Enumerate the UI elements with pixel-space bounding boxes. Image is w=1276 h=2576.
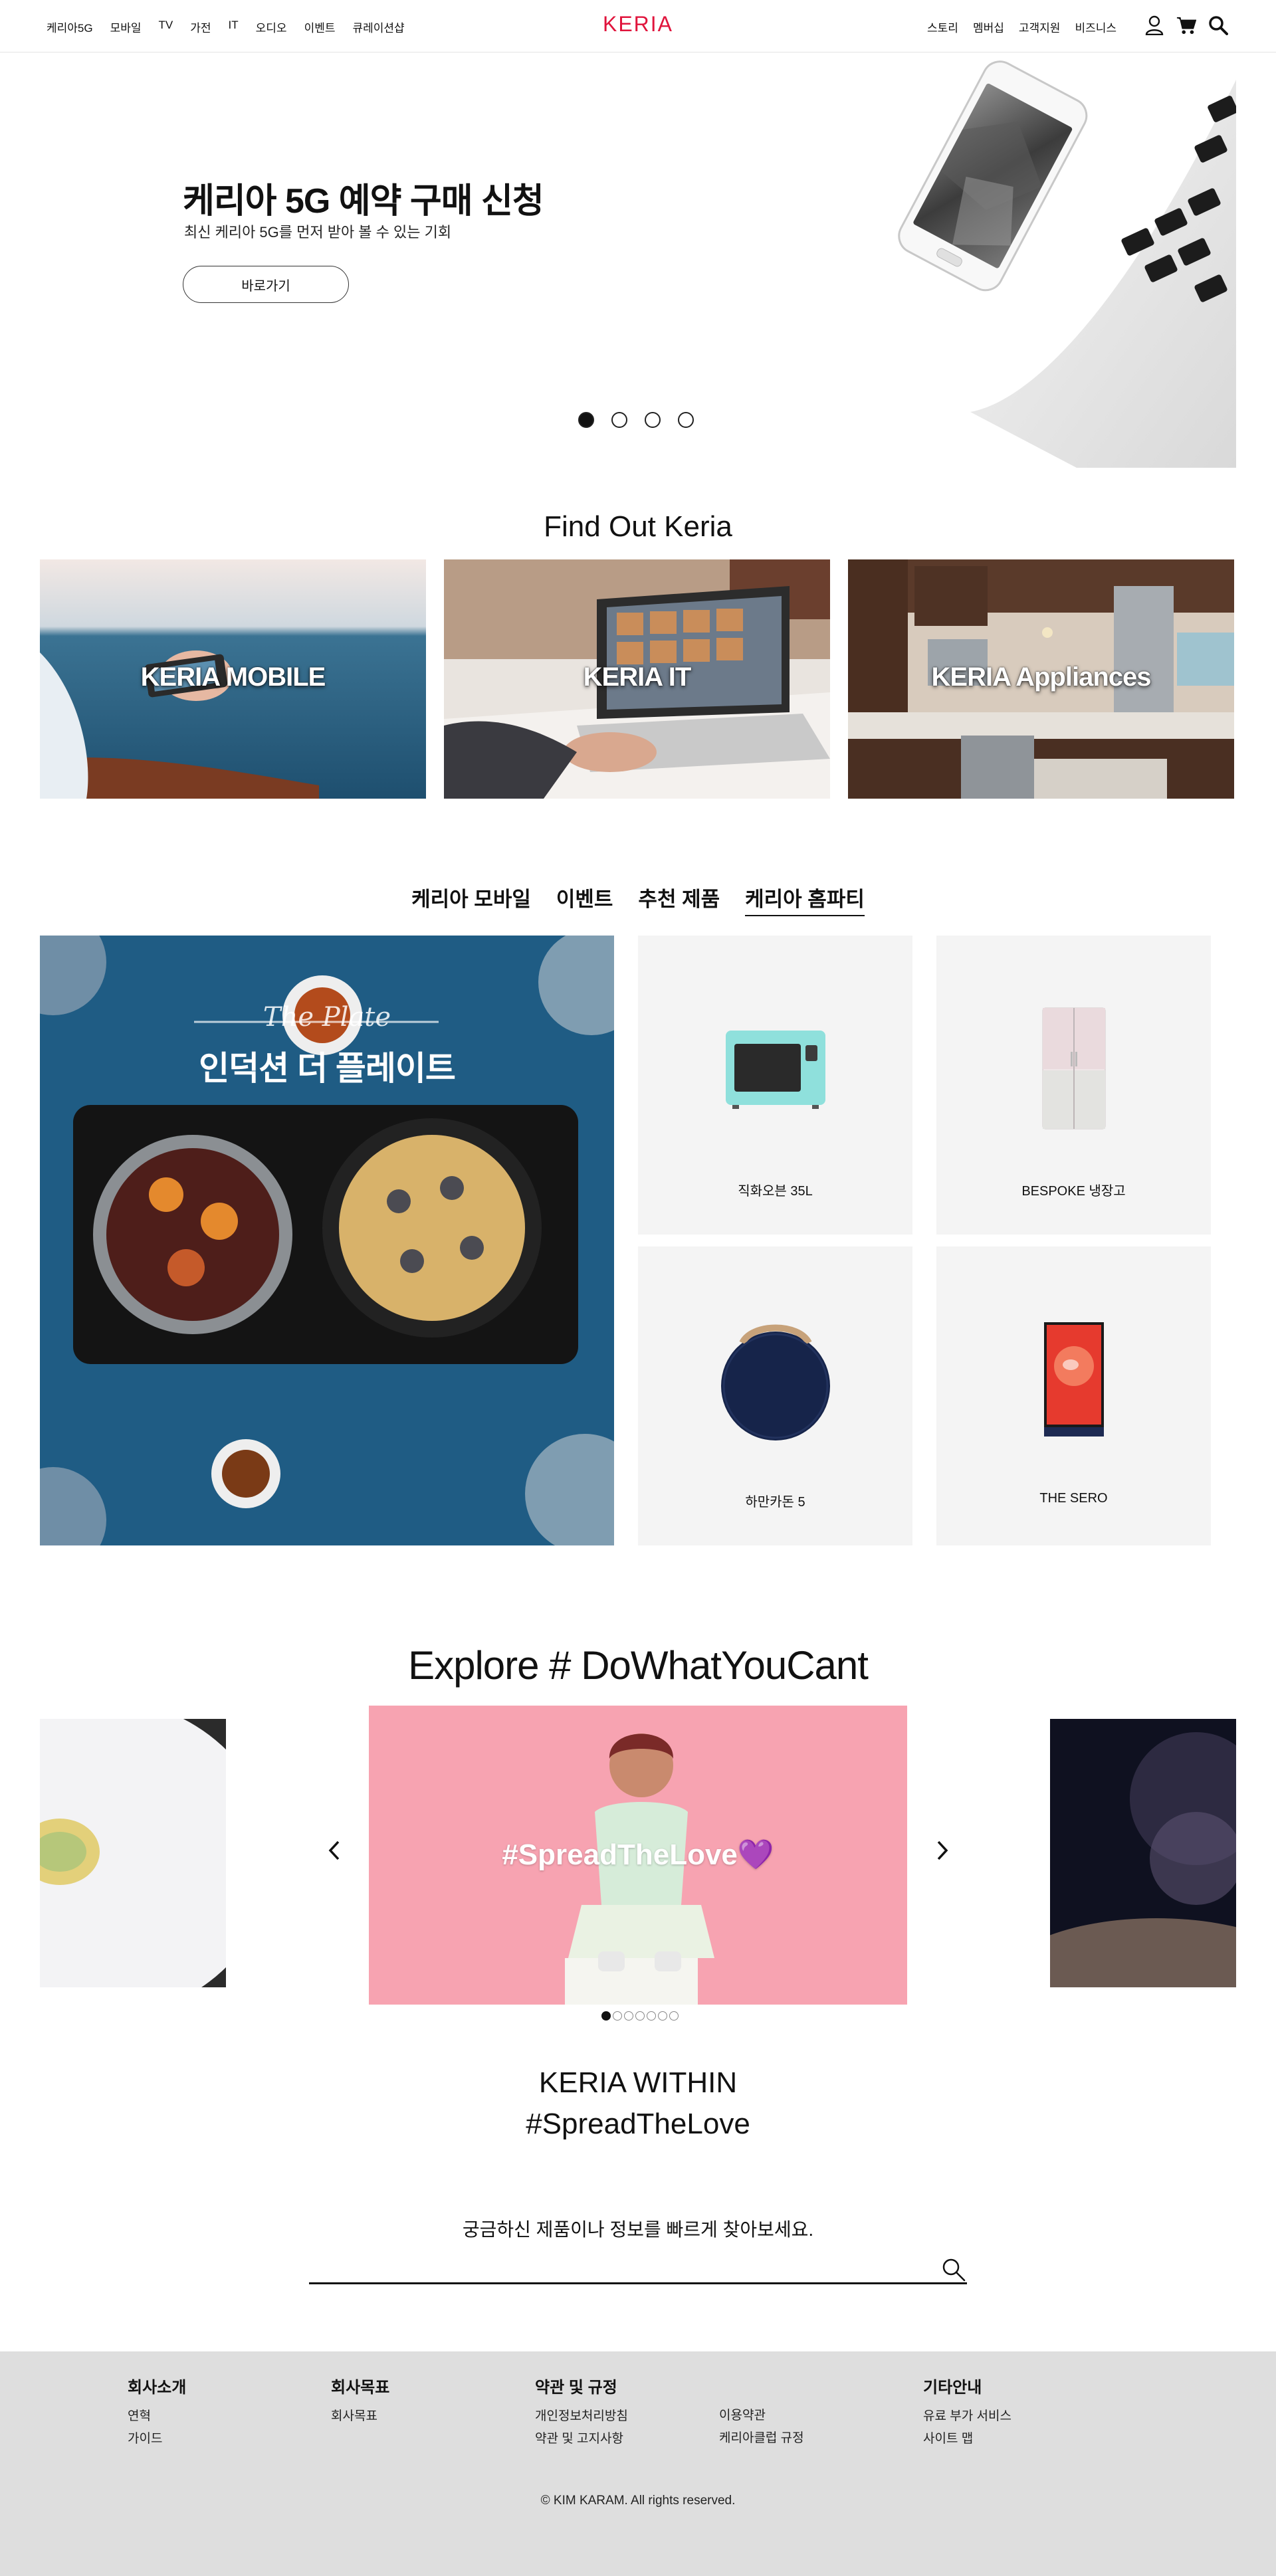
footer-col-title: 기타안내	[923, 2379, 982, 2397]
fridge-icon	[936, 1002, 1211, 1135]
tab-home-party[interactable]: 케리아 홈파티	[745, 882, 865, 916]
explore-title: Explore # DoWhatYouCant	[408, 1643, 869, 1688]
card-keria-it[interactable]: KERIA IT	[444, 559, 830, 799]
carousel-prev-arrow-icon[interactable]	[324, 1839, 344, 1862]
slider-dot-2[interactable]	[611, 412, 627, 428]
product-name: 직화오븐 35L	[738, 1184, 813, 1199]
card-label: KERIA Appliances	[931, 662, 1152, 692]
product-name: THE SERO	[1039, 1491, 1108, 1506]
carousel-dot-3[interactable]	[624, 2011, 633, 2021]
carousel-dot-2[interactable]	[613, 2011, 622, 2021]
carousel-next-arrow-icon[interactable]	[932, 1839, 952, 1862]
footer-col-terms: 약관 및 규정 개인정보처리방침 약관 및 고지사항	[535, 2374, 628, 2450]
user-icon[interactable]	[1144, 15, 1164, 36]
product-grid: 직화오븐 35L BESPOKE 냉장고 하만카돈 5 THE SERO	[638, 936, 1211, 1545]
footer-col-terms-extra: 이용약관 케리아클럽 규정	[719, 2405, 804, 2450]
hero-slider-dots	[578, 412, 694, 428]
card-keria-appliances[interactable]: KERIA Appliances	[848, 559, 1234, 799]
copyright-text: © KIM KARAM. All rights reserved.	[540, 2494, 736, 2508]
carousel-dot-5[interactable]	[647, 2011, 656, 2021]
card-label: KERIA MOBILE	[140, 662, 326, 692]
product-card[interactable]: THE SERO	[936, 1246, 1211, 1545]
hero-title: 케리아 5G 예약 구매 신청	[183, 182, 544, 221]
tab-keria-mobile[interactable]: 케리아 모바일	[411, 882, 531, 916]
cart-icon[interactable]	[1176, 15, 1196, 36]
slider-dot-1[interactable]	[578, 412, 594, 428]
tab-recommended[interactable]: 추천 제품	[638, 882, 720, 916]
tab-event[interactable]: 이벤트	[556, 882, 613, 916]
footer-col-title: 약관 및 규정	[535, 2379, 617, 2397]
footer-link[interactable]: 케리아클럽 규정	[719, 2427, 804, 2450]
header-icons	[1144, 15, 1228, 36]
product-card[interactable]: BESPOKE 냉장고	[936, 936, 1211, 1235]
nav-item-membership[interactable]: 멤버십	[973, 19, 1004, 35]
footer-link[interactable]: 유료 부가 서비스	[923, 2405, 1011, 2428]
carousel-dots	[601, 2011, 679, 2021]
within-title: KERIA WITHIN	[538, 2066, 738, 2099]
footer-col-title: 회사목표	[331, 2379, 390, 2397]
nav-item-business[interactable]: 비즈니스	[1075, 19, 1116, 35]
footer-col-title: 회사소개	[128, 2379, 187, 2397]
promo-banner[interactable]: The Plate 인덕션 더 플레이트	[40, 936, 614, 1545]
carousel-dot-1[interactable]	[601, 2011, 611, 2021]
utility-nav: 스토리 멤버십 고객지원 비즈니스	[927, 19, 1116, 35]
footer-link[interactable]: 가이드	[128, 2428, 186, 2450]
promo-script-text: The Plate	[263, 1002, 391, 1033]
footer-col-goals: 회사목표 회사목표	[331, 2374, 389, 2428]
footer-link[interactable]: 사이트 맵	[923, 2428, 1011, 2450]
find-out-cards: KERIA MOBILE KERIA IT KERIA Appliances	[40, 559, 1234, 799]
hero-phone-laptop-image	[731, 53, 1236, 468]
card-keria-mobile[interactable]: KERIA MOBILE	[40, 559, 426, 799]
tv-icon	[936, 1313, 1211, 1446]
footer-link[interactable]: 회사목표	[331, 2405, 389, 2428]
card-label: KERIA IT	[583, 662, 692, 692]
product-name: BESPOKE 냉장고	[1021, 1184, 1126, 1199]
footer-link[interactable]: 개인정보처리방침	[535, 2405, 628, 2428]
oven-icon	[638, 1002, 912, 1135]
hero-subtitle: 최신 케리아 5G를 먼저 받아 볼 수 있는 기회	[184, 224, 452, 241]
carousel-active-slide[interactable]: #SpreadTheLove💜	[369, 1706, 907, 2005]
slider-dot-4[interactable]	[678, 412, 694, 428]
product-card[interactable]: 하만카돈 5	[638, 1246, 912, 1545]
product-card[interactable]: 직화오븐 35L	[638, 936, 912, 1235]
nav-item-support[interactable]: 고객지원	[1019, 19, 1061, 35]
find-out-title: Find Out Keria	[544, 510, 732, 543]
slide-hashtag-text: #SpreadTheLove💜	[502, 1838, 774, 1871]
category-tabs: 케리아 모바일 이벤트 추천 제품 케리아 홈파티	[0, 882, 1276, 916]
search-input[interactable]	[309, 2252, 927, 2282]
product-name: 하만카돈 5	[745, 1495, 805, 1510]
footer-link[interactable]: 이용약관	[719, 2405, 804, 2427]
carousel-dot-4[interactable]	[635, 2011, 645, 2021]
carousel-dot-7[interactable]	[669, 2011, 679, 2021]
carousel-next-slide[interactable]	[1050, 1719, 1236, 1987]
footer-col-company: 회사소개 연혁 가이드	[128, 2374, 186, 2450]
carousel-prev-slide[interactable]	[40, 1719, 226, 1987]
carousel-dot-6[interactable]	[658, 2011, 667, 2021]
within-hashtag: #SpreadTheLove	[526, 2108, 750, 2140]
hero-cta-button[interactable]: 바로가기	[183, 266, 349, 303]
search-bar	[309, 2252, 967, 2284]
nav-item-story[interactable]: 스토리	[927, 19, 958, 35]
site-footer: 회사소개 연혁 가이드 회사목표 회사목표 약관 및 규정 개인정보처리방침 약…	[0, 2351, 1276, 2576]
speaker-icon	[638, 1313, 912, 1446]
search-icon[interactable]	[1208, 15, 1228, 36]
footer-link[interactable]: 연혁	[128, 2405, 186, 2428]
hero-banner: 케리아 5G 예약 구매 신청 최신 케리아 5G를 먼저 받아 볼 수 있는 …	[0, 53, 1236, 468]
footer-col-other: 기타안내 유료 부가 서비스 사이트 맵	[923, 2374, 1011, 2450]
site-header: 케리아5G 모바일 TV 가전 IT 오디오 이벤트 큐레이션샵 KERIA 스…	[0, 0, 1276, 52]
promo-title: 인덕션 더 플레이트	[199, 1050, 456, 1087]
search-icon[interactable]	[940, 2256, 967, 2283]
footer-link[interactable]: 약관 및 고지사항	[535, 2428, 628, 2450]
search-prompt: 궁금하신 제품이나 정보를 빠르게 찾아보세요.	[462, 2219, 814, 2240]
slider-dot-3[interactable]	[645, 412, 661, 428]
